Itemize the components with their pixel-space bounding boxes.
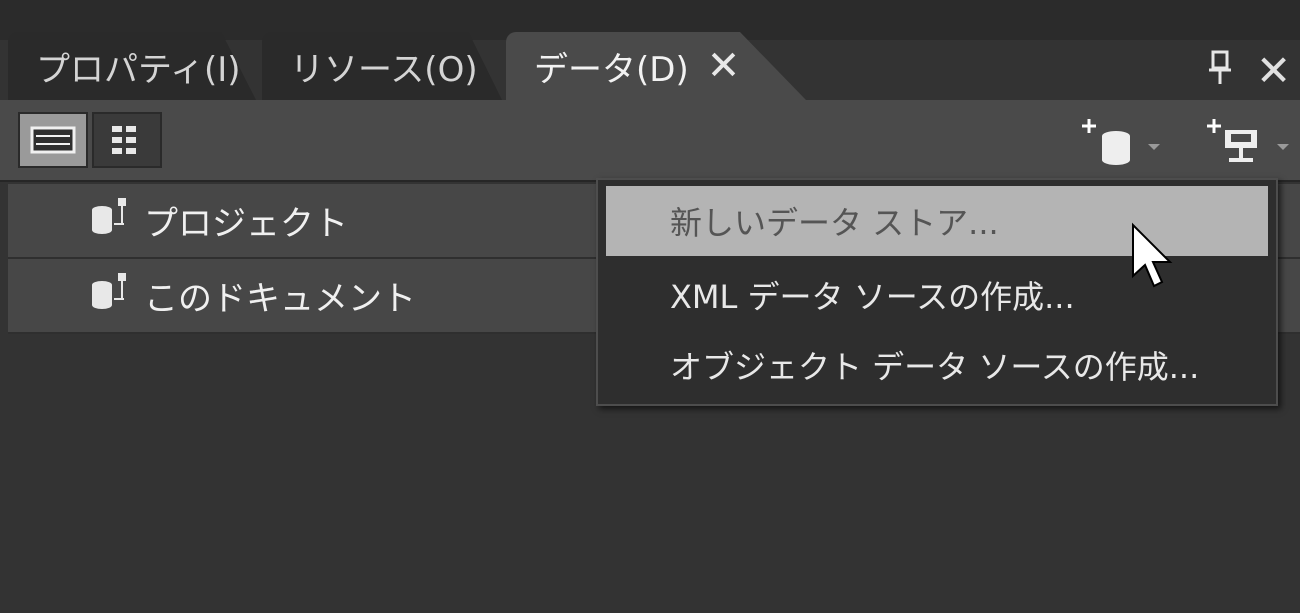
pin-icon[interactable] <box>1207 50 1233 95</box>
list-item-label: このドキュメント <box>144 279 416 319</box>
data-toolbar <box>0 100 1300 182</box>
tab-data-label: データ(D) <box>534 49 689 90</box>
add-datasource-icon <box>1207 119 1289 162</box>
panel-close-icon[interactable]: ✕ <box>1256 46 1291 95</box>
tab-properties-label: プロパティ(I) <box>36 49 241 90</box>
tab-resources-label: リソース(O) <box>290 49 478 90</box>
add-datasource-button[interactable] <box>1205 116 1295 176</box>
database-icon <box>90 194 134 247</box>
add-datastore-icon <box>1082 119 1160 165</box>
add-datastore-button[interactable] <box>1080 116 1166 176</box>
list-view-button[interactable] <box>18 112 88 168</box>
mouse-cursor-icon <box>1132 222 1173 288</box>
menu-item-create-object-datasource[interactable]: オブジェクト データ ソースの作成... <box>606 330 1268 400</box>
close-icon[interactable]: ✕ <box>707 46 741 86</box>
tab-properties[interactable]: プロパティ(I) <box>8 32 256 100</box>
grid-view-button[interactable] <box>92 112 162 168</box>
list-view-icon <box>30 126 76 154</box>
add-datastore-menu: 新しいデータ ストア... XML データ ソースの作成... オブジェクト デ… <box>596 178 1278 406</box>
tab-resources[interactable]: リソース(O) <box>262 32 502 100</box>
database-icon <box>90 269 134 322</box>
grid-view-icon <box>112 126 136 154</box>
list-item-label: プロジェクト <box>144 204 348 244</box>
